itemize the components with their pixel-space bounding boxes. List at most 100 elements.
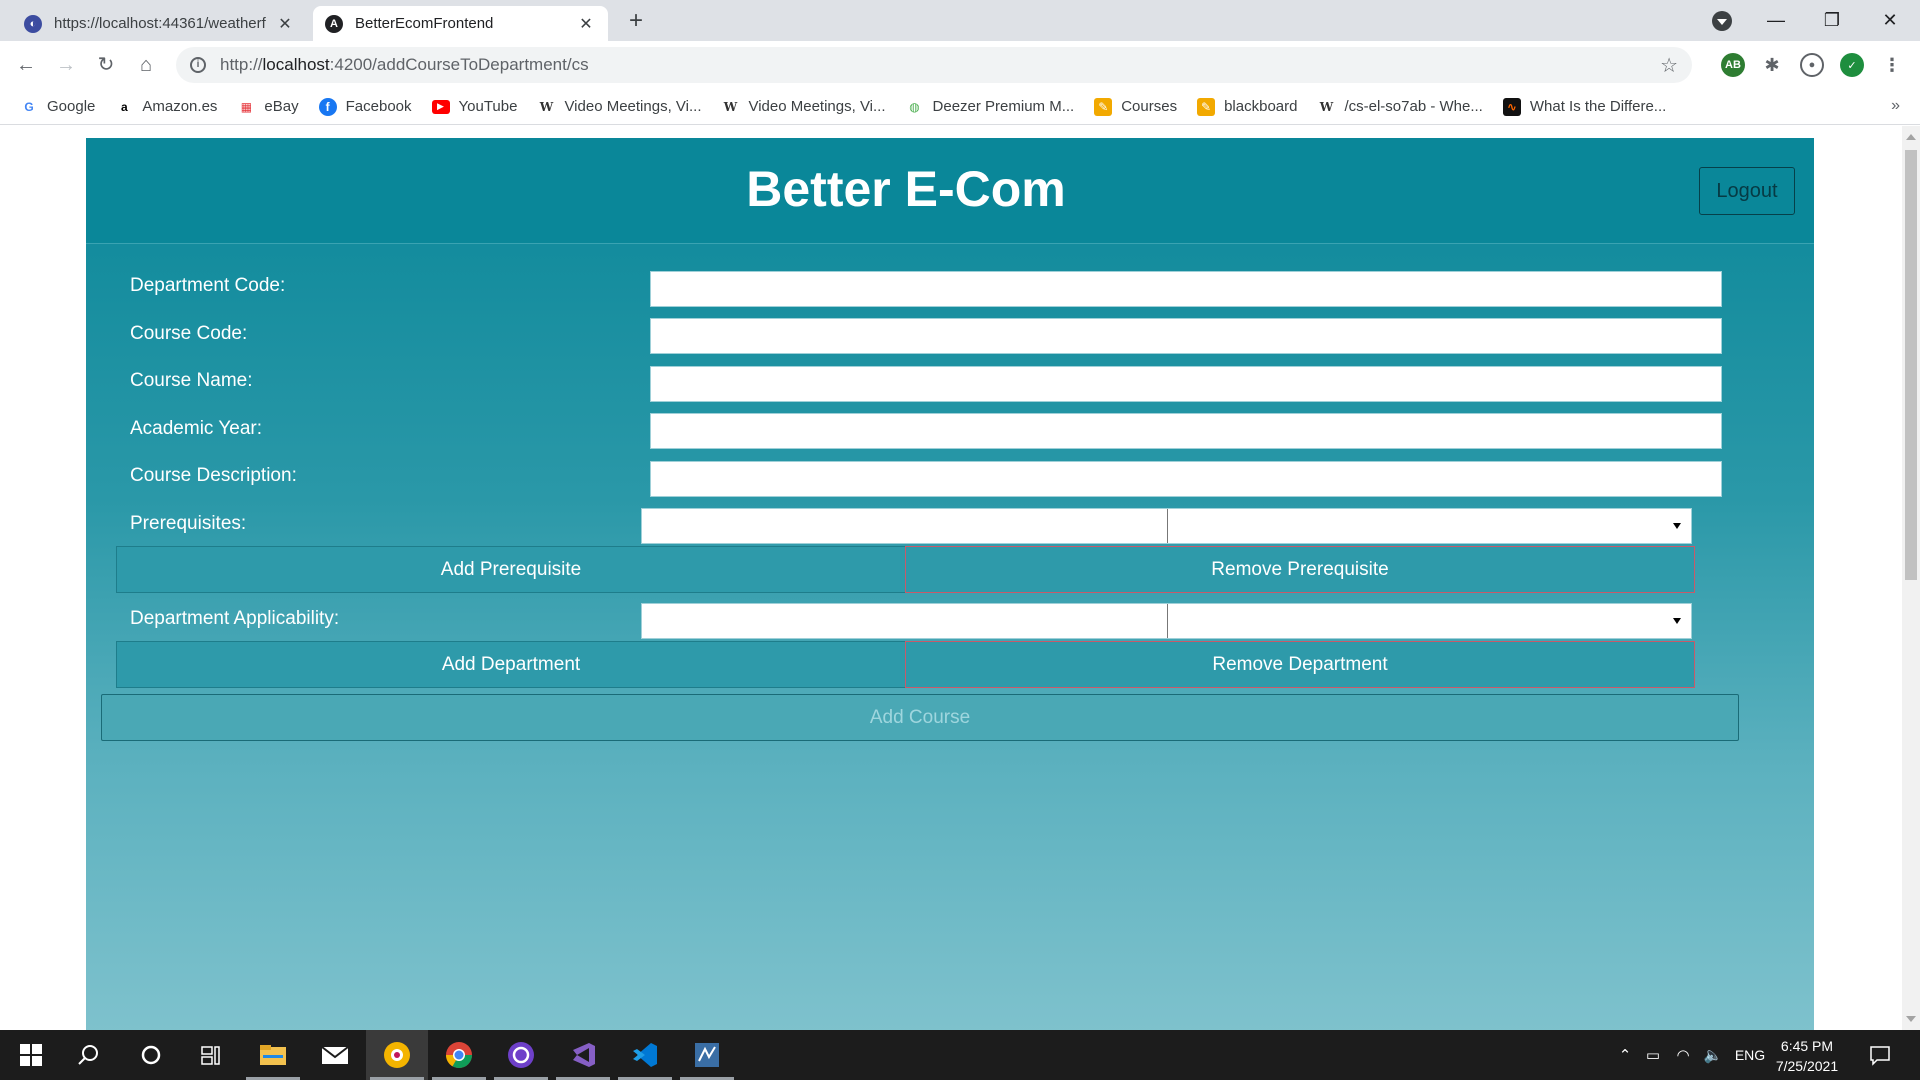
course-name-input[interactable] bbox=[650, 366, 1722, 402]
site-info-icon[interactable]: i bbox=[190, 57, 206, 73]
show-hidden-icons-icon[interactable]: ⌃ bbox=[1612, 1046, 1638, 1064]
task-view-icon[interactable] bbox=[180, 1030, 242, 1080]
restore-icon[interactable]: ❐ bbox=[1808, 0, 1856, 41]
prerequisite-text-field[interactable] bbox=[642, 509, 1168, 543]
bookmark-label: Deezer Premium M... bbox=[932, 98, 1075, 115]
tab-title: https://localhost:44361/weatherf bbox=[54, 15, 266, 32]
bookmark-label: Google bbox=[47, 98, 96, 115]
windows-taskbar: ⌃ ▭ ◠ 🔈 ENG 6:45 PM 7/25/2021 bbox=[0, 1030, 1920, 1080]
amazon-icon: a bbox=[121, 99, 128, 114]
bookmark-star-icon[interactable]: ☆ bbox=[1660, 53, 1678, 78]
file-explorer-icon[interactable] bbox=[242, 1030, 304, 1080]
bookmark-item[interactable]: W Video Meetings, Vi... bbox=[537, 98, 702, 116]
forward-icon[interactable]: → bbox=[50, 49, 82, 81]
extensions-icon[interactable]: ✱ bbox=[1760, 53, 1784, 77]
bookmarks-overflow-icon[interactable]: » bbox=[1891, 97, 1900, 115]
dropdown-arrow-icon[interactable] bbox=[1673, 523, 1681, 529]
w-icon: W bbox=[539, 99, 554, 114]
close-tab-icon[interactable]: ✕ bbox=[275, 14, 295, 34]
bookmark-label: Facebook bbox=[345, 98, 412, 115]
url-host: localhost bbox=[262, 55, 330, 74]
tab-weather[interactable]: ◐ https://localhost:44361/weatherf ✕ bbox=[12, 6, 307, 41]
bookmark-label: Amazon.es bbox=[142, 98, 218, 115]
visual-studio-icon[interactable] bbox=[552, 1030, 614, 1080]
sql-server-icon[interactable] bbox=[676, 1030, 738, 1080]
browser-toolbar: ← → ↻ ⌂ i http:// localhost :4200/addCou… bbox=[0, 41, 1920, 89]
clock-date: 7/25/2021 bbox=[1775, 1058, 1839, 1074]
profile-icon[interactable]: ● bbox=[1800, 53, 1824, 77]
logout-button[interactable]: Logout bbox=[1699, 167, 1795, 215]
github-desktop-icon[interactable] bbox=[490, 1030, 552, 1080]
remove-prerequisite-button[interactable]: Remove Prerequisite bbox=[905, 546, 1695, 593]
page-scrollbar[interactable] bbox=[1902, 126, 1920, 1030]
scroll-up-icon[interactable] bbox=[1906, 134, 1916, 140]
bookmark-label: blackboard bbox=[1224, 98, 1298, 115]
url-scheme: http:// bbox=[220, 55, 263, 74]
tab-search-icon[interactable] bbox=[1712, 11, 1732, 31]
tab-title: BetterEcomFrontend bbox=[355, 15, 494, 32]
bookmark-item[interactable]: W Video Meetings, Vi... bbox=[721, 98, 886, 116]
bookmark-item[interactable]: a Amazon.es bbox=[115, 98, 217, 116]
department-text-field[interactable] bbox=[642, 604, 1168, 638]
scroll-down-icon[interactable] bbox=[1906, 1016, 1916, 1022]
add-prerequisite-button[interactable]: Add Prerequisite bbox=[116, 546, 906, 593]
bookmark-item[interactable]: ∿ What Is the Differe... bbox=[1502, 97, 1667, 116]
bookmark-label: What Is the Differe... bbox=[1529, 98, 1667, 115]
chrome-icon[interactable] bbox=[428, 1030, 490, 1080]
w-icon: W bbox=[723, 99, 738, 114]
app-container: Better E-Com Logout Department Code: Cou… bbox=[86, 138, 1814, 1030]
mail-icon[interactable] bbox=[304, 1030, 366, 1080]
minimize-icon[interactable]: — bbox=[1752, 0, 1800, 41]
system-tray: ⌃ ▭ ◠ 🔈 ENG bbox=[1612, 1030, 1772, 1080]
prerequisites-label: Prerequisites: bbox=[130, 513, 247, 534]
course-description-input[interactable] bbox=[650, 461, 1722, 497]
brave-icon[interactable] bbox=[366, 1030, 428, 1080]
bookmark-item[interactable]: W/cs-el-so7ab - Whe... bbox=[1317, 98, 1483, 116]
brand-title: Better E-Com bbox=[746, 161, 1066, 217]
scroll-thumb[interactable] bbox=[1905, 150, 1917, 580]
academic-year-input[interactable] bbox=[650, 413, 1722, 449]
page-viewport: Better E-Com Logout Department Code: Cou… bbox=[0, 126, 1902, 1030]
deezer-icon: ◍ bbox=[909, 99, 920, 114]
volume-muted-icon[interactable]: 🔈 bbox=[1698, 1046, 1728, 1064]
academic-year-label: Academic Year: bbox=[130, 418, 263, 439]
bookmark-item[interactable]: f Facebook bbox=[318, 97, 412, 116]
vscode-icon[interactable] bbox=[614, 1030, 676, 1080]
department-code-input[interactable] bbox=[650, 271, 1722, 307]
bookmark-item[interactable]: ◍ Deezer Premium M... bbox=[906, 98, 1075, 116]
add-department-button[interactable]: Add Department bbox=[116, 641, 906, 688]
home-icon[interactable]: ⌂ bbox=[130, 49, 162, 81]
bookmark-item[interactable]: ✎ Courses bbox=[1094, 97, 1177, 116]
bookmark-item[interactable]: G Google bbox=[20, 98, 95, 116]
remove-department-button[interactable]: Remove Department bbox=[905, 641, 1695, 688]
prerequisites-select[interactable] bbox=[641, 508, 1692, 544]
add-course-button[interactable]: Add Course bbox=[101, 694, 1739, 741]
ebay-icon: ▦ bbox=[240, 99, 253, 114]
address-bar[interactable]: i http:// localhost :4200/addCourseToDep… bbox=[176, 47, 1692, 83]
new-tab-button[interactable]: + bbox=[622, 8, 650, 36]
notifications-icon[interactable] bbox=[1855, 1030, 1905, 1080]
wifi-icon[interactable]: ◠ bbox=[1668, 1046, 1698, 1064]
reload-icon[interactable]: ↻ bbox=[90, 49, 122, 81]
url-path: :4200/addCourseToDepartment/cs bbox=[329, 55, 589, 74]
close-tab-icon[interactable]: ✕ bbox=[576, 14, 596, 34]
windows-start-icon[interactable] bbox=[0, 1030, 62, 1080]
clock[interactable]: 6:45 PM 7/25/2021 bbox=[1762, 1036, 1852, 1076]
course-code-input[interactable] bbox=[650, 318, 1722, 354]
search-icon[interactable] bbox=[58, 1030, 120, 1080]
bookmark-item[interactable]: ✎ blackboard bbox=[1197, 97, 1298, 116]
youtube-icon: ▶ bbox=[431, 99, 450, 114]
back-icon[interactable]: ← bbox=[10, 49, 42, 81]
bookmark-item[interactable]: ▶ YouTube bbox=[431, 98, 517, 115]
tab-betterecom[interactable]: A BetterEcomFrontend ✕ bbox=[313, 6, 608, 41]
adblock-icon[interactable]: AB bbox=[1721, 53, 1745, 77]
bookmark-item[interactable]: ▦ eBay bbox=[237, 98, 299, 116]
cortana-icon[interactable] bbox=[120, 1030, 182, 1080]
bookmarks-bar: G Google a Amazon.es ▦ eBay f Facebook ▶ YouT… bbox=[0, 89, 1920, 125]
dropdown-arrow-icon[interactable] bbox=[1673, 618, 1681, 624]
security-extension-icon[interactable]: ✓ bbox=[1840, 53, 1864, 77]
close-window-icon[interactable]: ✕ bbox=[1866, 0, 1914, 41]
battery-icon[interactable]: ▭ bbox=[1638, 1046, 1668, 1064]
menu-icon[interactable]: ⋮ bbox=[1880, 53, 1904, 77]
department-applicability-select[interactable] bbox=[641, 603, 1692, 639]
